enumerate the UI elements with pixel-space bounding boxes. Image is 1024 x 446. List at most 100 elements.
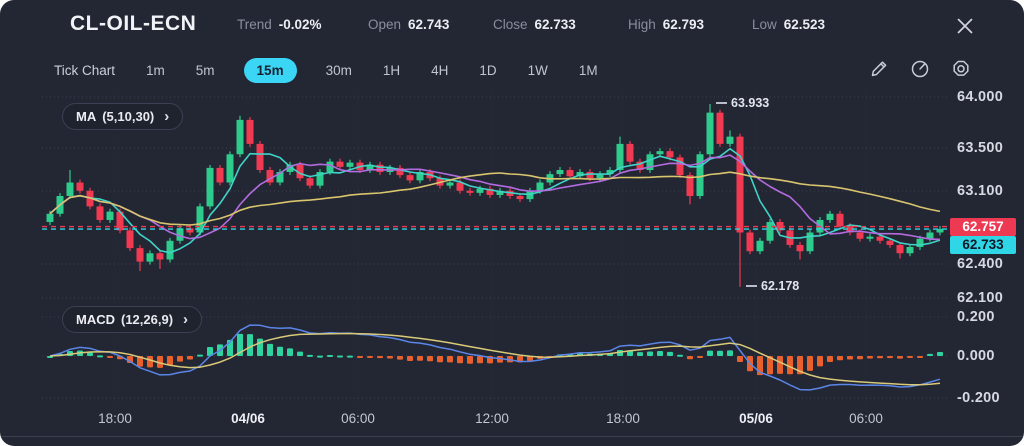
price-annotation: 63.933 [731,96,769,110]
stat-value: 62.793 [663,17,704,32]
tab-1m[interactable]: 1m [144,59,167,82]
macd-histogram-bar [847,356,853,359]
macd-histogram-bar [657,351,663,356]
chart-annotation: 63.933 [716,96,769,110]
tab-5m[interactable]: 5m [194,59,217,82]
candle-body [227,154,234,182]
candle-body [747,232,754,251]
candle-body [97,206,104,220]
candle-body [767,222,774,241]
candle-body [757,241,764,251]
macd-histogram-bar [457,356,463,363]
edit-icon[interactable] [868,58,890,80]
candle-body [337,162,344,167]
candle-body [897,245,904,253]
chevron-right-icon: › [164,108,169,125]
candle-body [147,253,154,261]
stat-value: 62.733 [535,17,576,32]
candle-body [77,182,84,190]
macd-histogram-bar [637,352,643,356]
chart-annotation: 62.178 [746,279,799,293]
macd-histogram-bar [387,356,393,358]
macd-signal-line [50,334,940,385]
macd-histogram-bar [317,356,323,358]
candle-body [717,113,724,144]
timer-icon[interactable] [909,58,931,80]
macd-histogram-bar [937,352,943,356]
candle-body [307,178,314,185]
macd-histogram-bar [927,354,933,356]
candle-body [667,151,674,157]
annotation-marker [746,285,757,287]
candle-body [587,172,594,178]
candle-body [627,144,634,162]
time-axis-label: 12:00 [475,411,509,426]
candle-body [657,151,664,154]
macd-histogram-bar [277,347,283,356]
candle-body [557,170,564,174]
candle-body [137,248,144,262]
macd-indicator-legend[interactable]: MACD (12,26,9) › [62,306,202,333]
candle-body [237,120,244,154]
candle-body [347,163,354,167]
price-annotation: 62.178 [761,279,799,293]
candle-body [737,137,744,233]
macd-histogram-bar [297,352,303,356]
stat-label: Low [752,17,777,32]
price-axis-label: -0.200 [957,390,1000,406]
stat-high: High 62.793 [628,17,704,32]
candle-body [207,168,214,207]
tab-1m[interactable]: 1M [577,59,600,82]
time-axis-label: 06:00 [849,411,883,426]
settings-icon[interactable] [950,58,972,80]
macd-histogram-bar [477,356,483,363]
last-price-tag: 62.757 [950,218,1016,236]
tab-1w[interactable]: 1W [526,59,550,82]
symbol-title: CL-OIL-ECN [70,12,196,36]
macd-histogram-bar [737,356,743,362]
candle-body [857,232,864,238]
macd-histogram-bar [667,352,673,356]
price-axis-label: 63.100 [957,183,1003,199]
macd-histogram-bar [897,356,903,359]
ma-name: MA [76,109,96,124]
tab-30m[interactable]: 30m [324,59,354,82]
tab-1h[interactable]: 1H [381,59,402,82]
candle-body [257,144,264,170]
close-icon[interactable] [952,13,978,39]
tab-4h[interactable]: 4H [429,59,450,82]
macd-histogram-bar [687,356,693,359]
candle-body [887,241,894,245]
macd-histogram-bar [837,356,843,360]
candle-body [217,168,224,183]
macd-histogram-bar [427,356,433,361]
macd-histogram-bar [347,356,353,358]
tab-15m[interactable]: 15m [244,58,297,83]
candle-body [107,212,114,220]
candle-body [907,247,914,253]
price-axis-label: 0.000 [957,348,995,364]
candle-body [567,170,574,176]
macd-name: MACD [76,312,115,327]
price-axis-label: 64.000 [957,89,1003,105]
macd-histogram-bar [357,356,363,358]
macd-histogram-bar [147,356,153,367]
ma-indicator-legend[interactable]: MA (5,10,30) › [62,103,183,130]
candle-body [697,154,704,196]
tab-1d[interactable]: 1D [477,59,498,82]
candle-body [247,120,254,144]
time-axis-label: 04/06 [231,411,265,426]
macd-histogram-bar [377,356,383,358]
tab-tick-chart[interactable]: Tick Chart [52,59,117,82]
macd-histogram-bar [827,356,833,362]
stat-label: High [628,17,656,32]
candle-body [167,241,174,260]
price-axis-label: 62.400 [957,256,1003,272]
macd-histogram-bar [197,355,203,357]
price-axis-label: 62.100 [957,290,1003,306]
candle-body [537,182,544,190]
candle-body [927,232,934,238]
stat-open: Open62.743 [368,17,449,32]
macd-histogram-bar [107,356,113,358]
stat-trend: Trend-0.02% [237,17,322,32]
